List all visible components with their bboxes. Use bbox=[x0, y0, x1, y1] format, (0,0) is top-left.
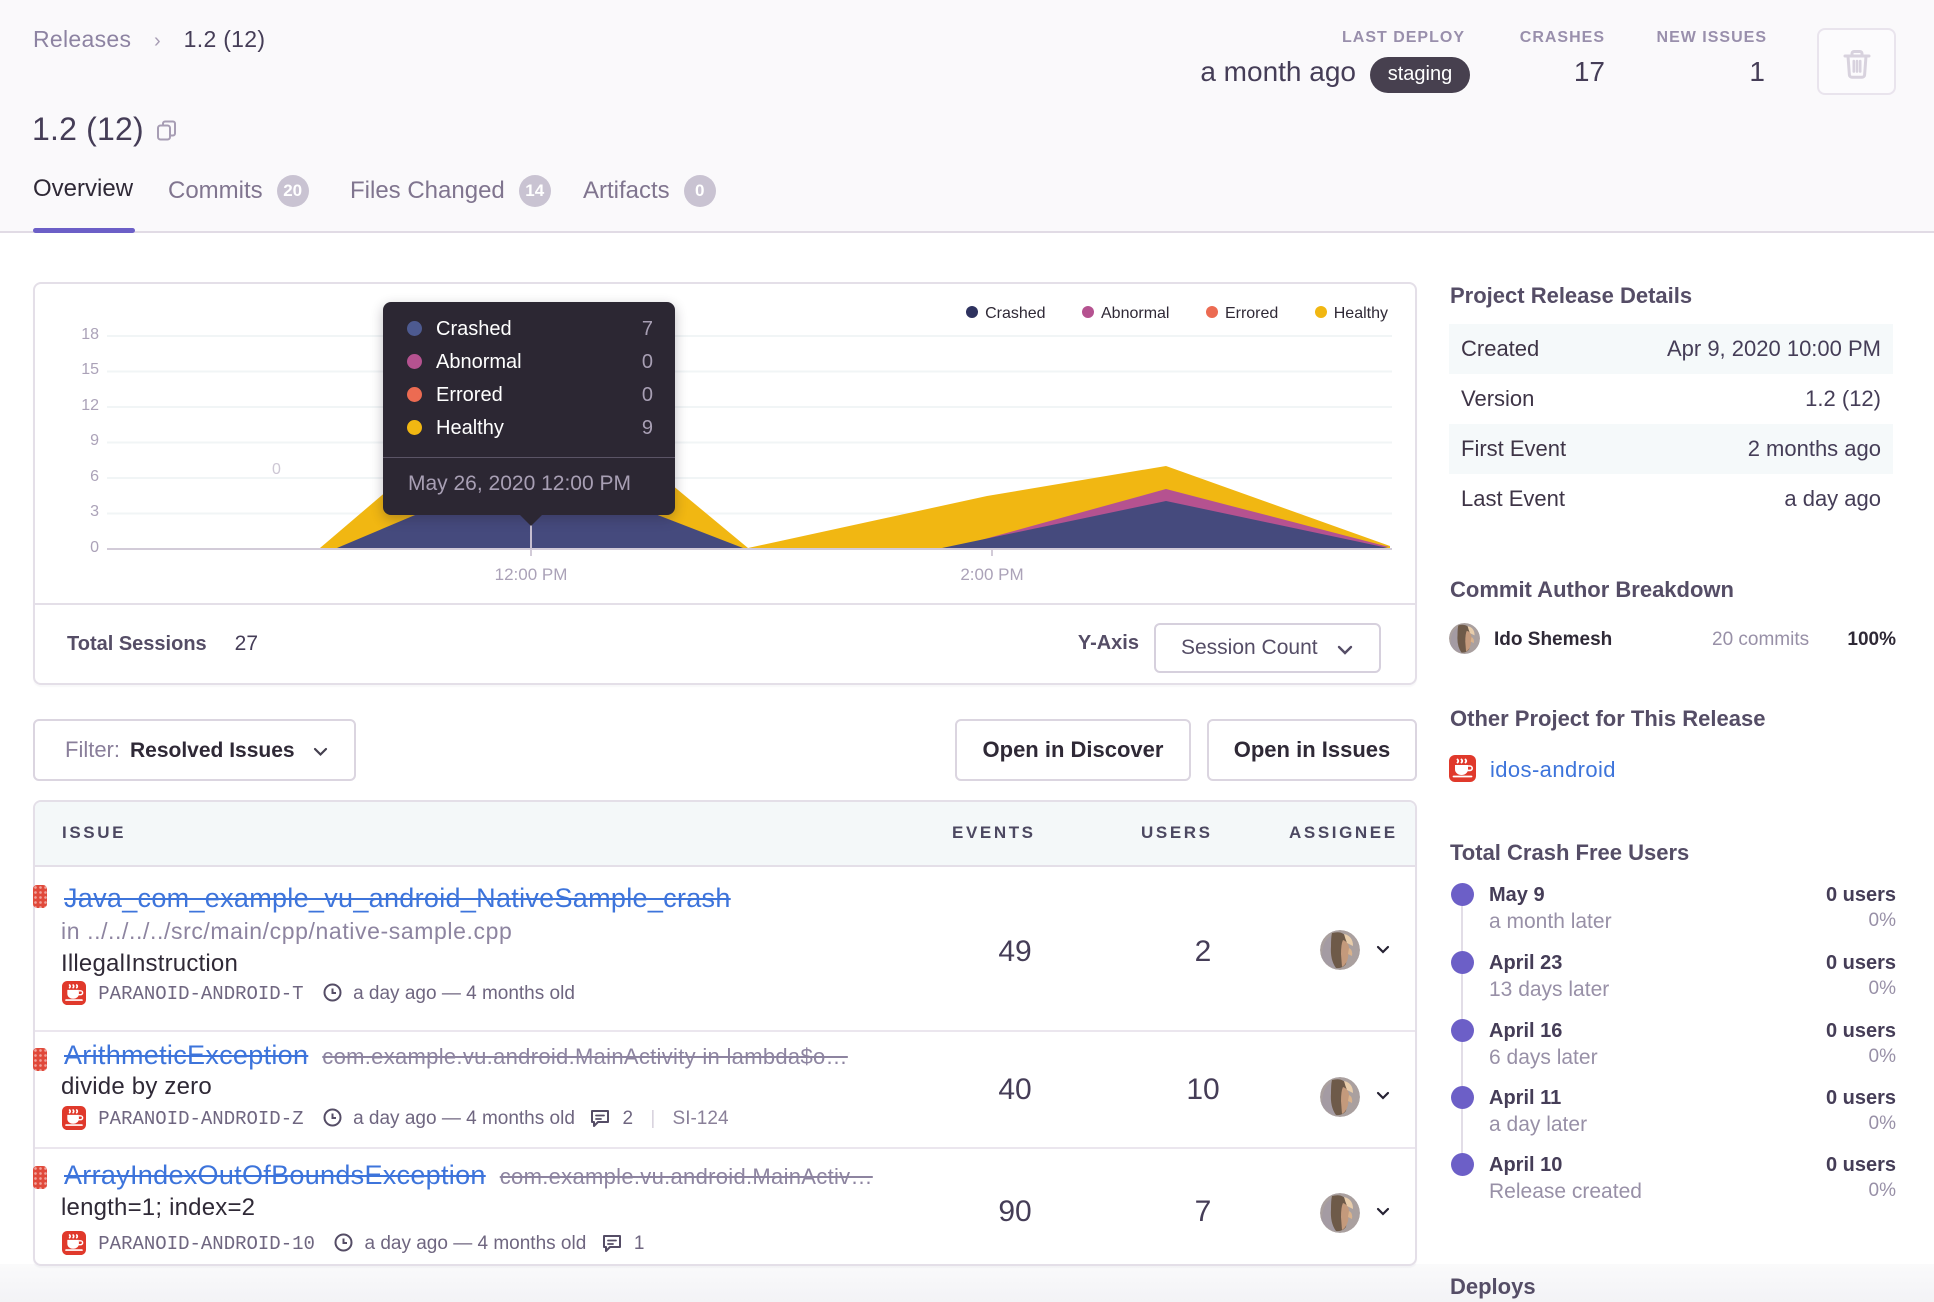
svg-text:0: 0 bbox=[272, 461, 281, 478]
